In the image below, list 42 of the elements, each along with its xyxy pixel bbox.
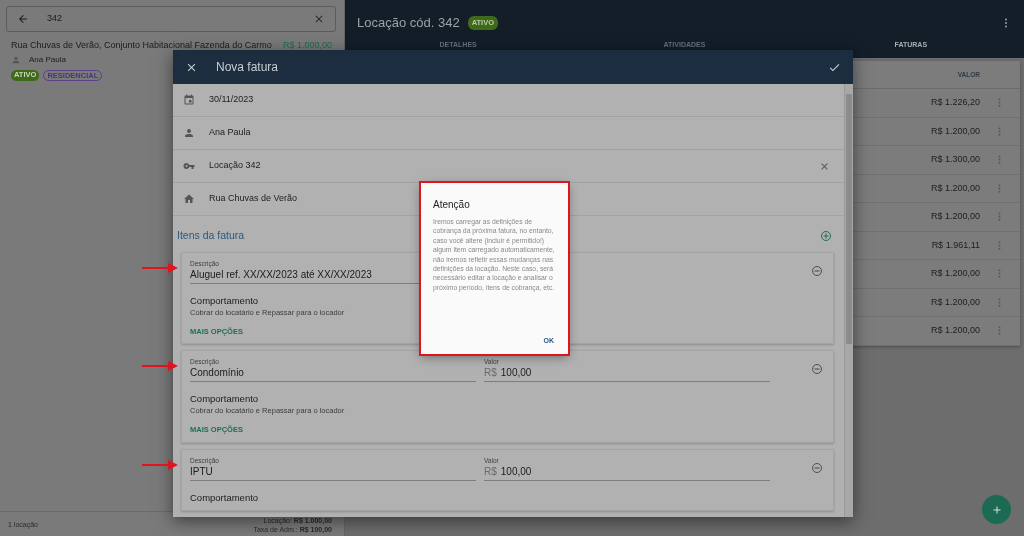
home-icon [183,193,195,205]
person-icon [11,55,21,65]
tenant-name: Ana Paula [29,54,66,66]
behavior-title: Comportamento [190,392,260,406]
behavior-title: Comportamento [190,490,260,504]
value-field[interactable]: 100,00 [500,464,532,479]
table-cell-text: R$ 1.200,00 [929,124,981,138]
table-cell-text: R$ 1.200,00 [929,267,981,280]
add-circle-icon[interactable] [820,230,832,242]
behavior-title: Comportamento [190,294,260,307]
table-cell-text: R$ 1.200,00 [929,210,981,223]
table-cell-text: R$ 1.961,11 [930,238,981,252]
table-cell-text: R$ 1.300,00 [929,153,981,166]
field-value[interactable]: 30/11/2023 [209,93,254,107]
table-cell-text: R$ 1.200,00 [929,324,981,337]
dialog-title: Nova fatura [216,59,280,76]
currency-prefix: R$ [484,464,497,479]
key-icon [183,160,195,172]
remove-circle-icon[interactable] [811,265,823,277]
description-field[interactable]: IPTU [190,464,476,481]
back-icon[interactable] [17,13,29,25]
result-price: R$ 1.000,00 [282,40,332,50]
section-title: Itens da fatura [177,228,245,244]
add-button[interactable] [982,495,1011,524]
currency-prefix: R$ [484,366,497,381]
calendar-icon [183,94,195,106]
result-address[interactable]: Rua Chuvas de Verão, Conjunto Habitacional Fazenda do Carmo [11,40,272,50]
alert-title: Atenção [433,198,471,212]
remove-circle-icon[interactable] [811,461,823,474]
search-input[interactable]: 342 [45,11,297,27]
search-field[interactable]: 342 [6,6,336,32]
field-value[interactable]: Locação 342 [209,159,261,173]
table-cell-text: R$ 1.200,00 [929,295,981,309]
value-field[interactable]: 100,00 [500,366,532,381]
table-cell-text: R$ 1.226,20 [929,96,981,109]
description-field[interactable]: Condomínio [190,366,476,383]
table-cell-text: R$ 1.200,00 [929,181,981,195]
remove-circle-icon[interactable] [811,363,823,376]
page-title: Locação cód. 342 [357,14,460,33]
person-icon [183,127,195,139]
field-value[interactable]: Ana Paula [209,126,251,140]
field-value[interactable]: Rua Chuvas de Verão [209,192,298,206]
